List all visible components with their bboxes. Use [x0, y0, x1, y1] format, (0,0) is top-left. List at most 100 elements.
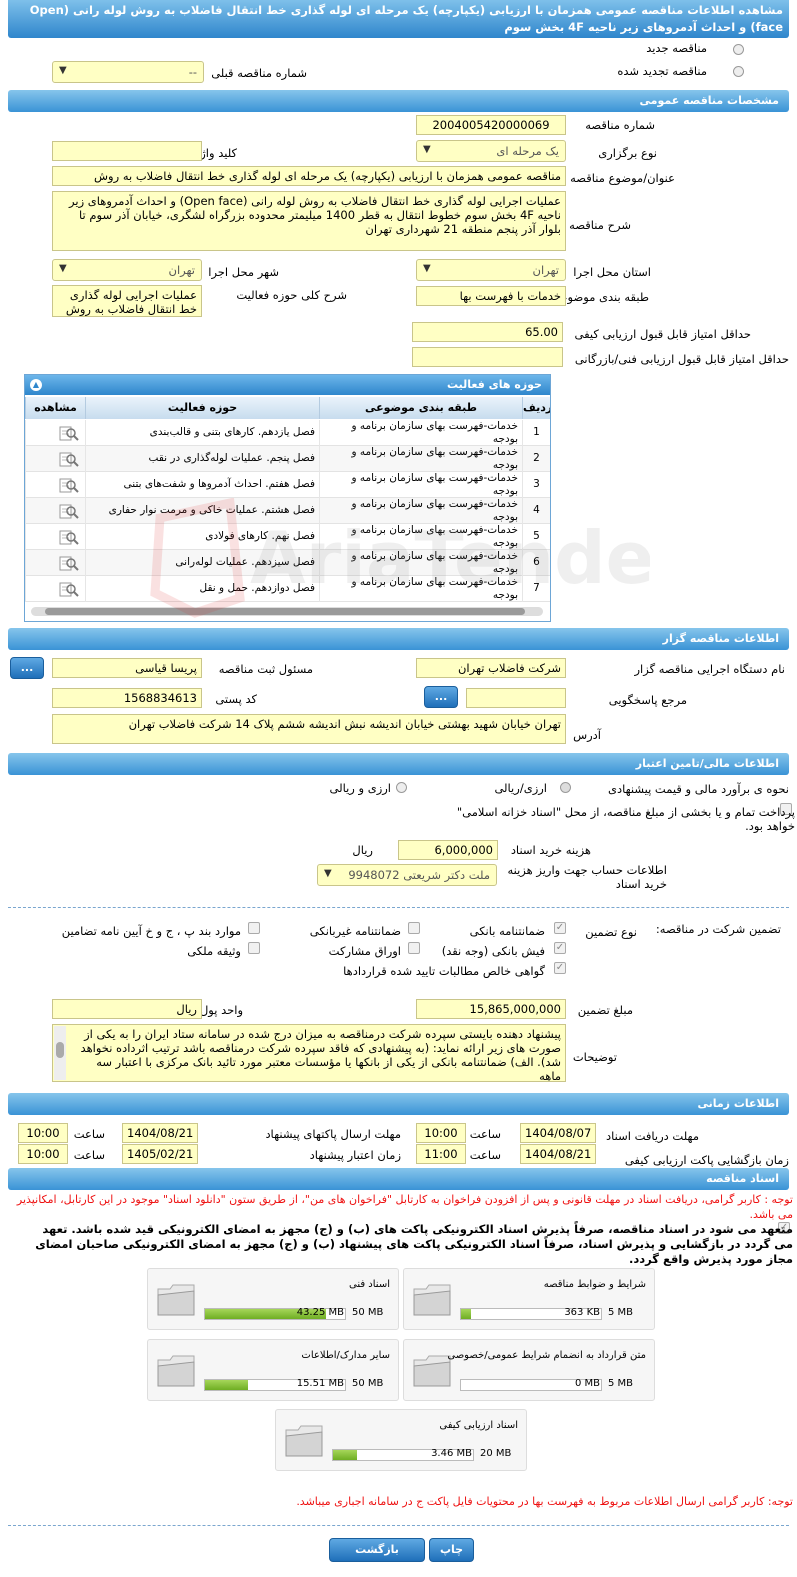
account-select[interactable]: ملت دکتر شریعتی 9948072 ▼ — [317, 864, 497, 886]
magnifier-icon[interactable] — [58, 424, 80, 442]
row-activity: فصل دوازدهم. حمل و نقل — [85, 576, 319, 602]
min-quality-label: حداقل امتیاز قابل قبول ارزیابی کیفی — [574, 327, 752, 341]
footer-notice: توجه: کاربر گرامی ارسال اطلاعات مربوط به… — [296, 1495, 793, 1508]
magnifier-icon[interactable] — [58, 528, 80, 546]
time-label: ساعت — [73, 1148, 105, 1162]
org-name-label: نام دستگاه اجرایی مناقصه گزار — [634, 662, 785, 676]
document-card-title: شرایط و ضوابط مناقصه — [543, 1279, 646, 1290]
open-date: 1404/08/21 — [520, 1144, 596, 1164]
clause-checkbox[interactable] — [248, 922, 260, 934]
org-more-button[interactable]: ... — [10, 657, 44, 679]
upload-progress-fill — [461, 1309, 471, 1319]
document-card-title: سایر مدارک/اطلاعات — [301, 1350, 390, 1361]
document-card-title: اسناد فنی — [349, 1279, 390, 1290]
renewed-tender-label: مناقصه تجدید شده — [617, 64, 707, 78]
print-button[interactable]: چاپ — [429, 1538, 474, 1562]
open-time-label: زمان بازگشایی پاکت ارزیابی کیفی — [624, 1153, 789, 1167]
guarantee-type-label: نوع تضمین — [585, 925, 637, 939]
magnifier-icon[interactable] — [58, 554, 80, 572]
doc-cost-unit: ریال — [352, 843, 373, 857]
description-label: شرح مناقصه — [569, 218, 631, 232]
notes-scrollbar-thumb[interactable] — [56, 1042, 64, 1058]
row-view[interactable] — [25, 446, 85, 472]
prev-tender-select[interactable]: -- ▼ — [52, 61, 204, 83]
holding-type-select[interactable]: یک مرحله ای ▼ — [416, 140, 566, 162]
new-tender-radio[interactable] — [733, 44, 744, 55]
validity-date: 1405/02/21 — [122, 1144, 198, 1164]
responsible-field: پریسا قیاسی — [52, 658, 202, 678]
col-category: طبقه بندی موضوعی — [319, 397, 522, 419]
magnifier-icon[interactable] — [58, 580, 80, 598]
foreign-and-rial-radio[interactable] — [396, 782, 407, 793]
reference-more-button[interactable]: ... — [424, 686, 458, 708]
table-row: 3 خدمات-فهرست بهای سازمان برنامه و بودجه ف… — [25, 472, 550, 498]
row-category: خدمات-فهرست بهای سازمان برنامه و بودجه — [319, 420, 522, 446]
document-card[interactable]: اسناد فنی 43.25 MB 50 MB — [147, 1268, 399, 1330]
row-view[interactable] — [25, 498, 85, 524]
bonds-label: اوراق مشارکت — [328, 944, 401, 958]
document-max-size: 5 MB — [608, 1378, 634, 1389]
city-select[interactable]: تهران ▼ — [52, 259, 202, 281]
document-card[interactable]: شرایط و ضوابط مناقصه 363 KB 5 MB — [403, 1268, 655, 1330]
folder-icon[interactable] — [410, 1277, 454, 1321]
activity-table-caption: حوزه های فعالیت ▲ — [25, 375, 550, 395]
notes-scrollbar[interactable] — [54, 1026, 66, 1080]
col-activity: حوزه فعالیت — [85, 397, 319, 419]
row-activity: فصل یازدهم. کارهای بتنی و قالب‌بندی — [85, 420, 319, 446]
receivables-checkbox[interactable]: ✓ — [554, 962, 566, 974]
currency-rial-label: ارزی/ریالی — [494, 781, 547, 795]
bonds-checkbox[interactable] — [408, 942, 420, 954]
magnifier-icon[interactable] — [58, 476, 80, 494]
min-tech-field — [412, 347, 563, 367]
document-card[interactable]: متن قرارداد به انضمام شرایط عمومی/خصوصی 0… — [403, 1339, 655, 1401]
address-field: تهران خیابان شهید بهشتی خیابان اندیشه نب… — [52, 714, 566, 744]
document-card[interactable]: سایر مدارک/اطلاعات 15.51 MB 50 MB — [147, 1339, 399, 1401]
folder-icon[interactable] — [282, 1418, 326, 1462]
document-card-title: اسناد ارزیابی کیفی — [439, 1420, 518, 1431]
postal-code-field: 1568834613 — [52, 688, 202, 708]
row-view[interactable] — [25, 472, 85, 498]
folder-icon[interactable] — [154, 1277, 198, 1321]
document-card[interactable]: اسناد ارزیابی کیفی 3.46 MB 20 MB — [275, 1409, 527, 1471]
account-label: اطلاعات حساب جهت واریز هزینه خرید اسناد — [507, 863, 667, 891]
horizontal-scrollbar[interactable] — [31, 607, 543, 616]
send-deadline-date: 1404/08/21 — [122, 1123, 198, 1143]
holding-type-label: نوع برگزاری — [598, 146, 657, 160]
document-used-size: 363 KB — [564, 1307, 600, 1318]
row-view[interactable] — [25, 524, 85, 550]
folder-icon[interactable] — [154, 1348, 198, 1392]
row-activity: فصل پنجم. عملیات لوله‌گذاری در نقب — [85, 446, 319, 472]
nonbank-guarantee-label: ضمانتنامه غیربانکی — [309, 924, 401, 938]
table-row: 7 خدمات-فهرست بهای سازمان برنامه و بودجه ف… — [25, 576, 550, 602]
postal-code-label: کد پستی — [215, 692, 257, 706]
row-view[interactable] — [25, 420, 85, 446]
magnifier-icon[interactable] — [58, 450, 80, 468]
property-checkbox[interactable] — [248, 942, 260, 954]
province-select[interactable]: تهران ▼ — [416, 259, 566, 281]
province-value: تهران — [532, 263, 560, 277]
cash-check-label: فیش بانکی (وجه نقد) — [441, 944, 545, 958]
category-field: خدمات با فهرست بها — [416, 286, 566, 306]
currency-rial-radio[interactable] — [560, 782, 571, 793]
collapse-icon[interactable]: ▲ — [30, 379, 42, 391]
scrollbar-thumb[interactable] — [45, 608, 525, 615]
currency-unit-label: واحد پول — [199, 1003, 243, 1017]
account-value: ملت دکتر شریعتی 9948072 — [348, 868, 490, 882]
chevron-down-icon: ▼ — [423, 144, 431, 155]
back-button[interactable]: بازگشت — [329, 1538, 425, 1562]
magnifier-icon[interactable] — [58, 502, 80, 520]
cash-check-checkbox[interactable]: ✓ — [554, 942, 566, 954]
nonbank-guarantee-checkbox[interactable] — [408, 922, 420, 934]
row-number: 7 — [522, 576, 550, 602]
guarantee-amount-label: مبلغ تضمین — [577, 1003, 633, 1017]
renewed-tender-radio[interactable] — [733, 66, 744, 77]
row-view[interactable] — [25, 576, 85, 602]
row-view[interactable] — [25, 550, 85, 576]
activity-table-title: حوزه های فعالیت — [447, 378, 542, 391]
chevron-down-icon: ▼ — [59, 65, 67, 76]
bank-guarantee-checkbox[interactable]: ✓ — [554, 922, 566, 934]
row-number: 6 — [522, 550, 550, 576]
finance-section-header: اطلاعات مالی/تامین اعتبار — [8, 753, 789, 775]
row-activity: فصل هفتم. احداث آدمروها و شفت‌های بتنی — [85, 472, 319, 498]
open-time: 11:00 — [416, 1144, 466, 1164]
